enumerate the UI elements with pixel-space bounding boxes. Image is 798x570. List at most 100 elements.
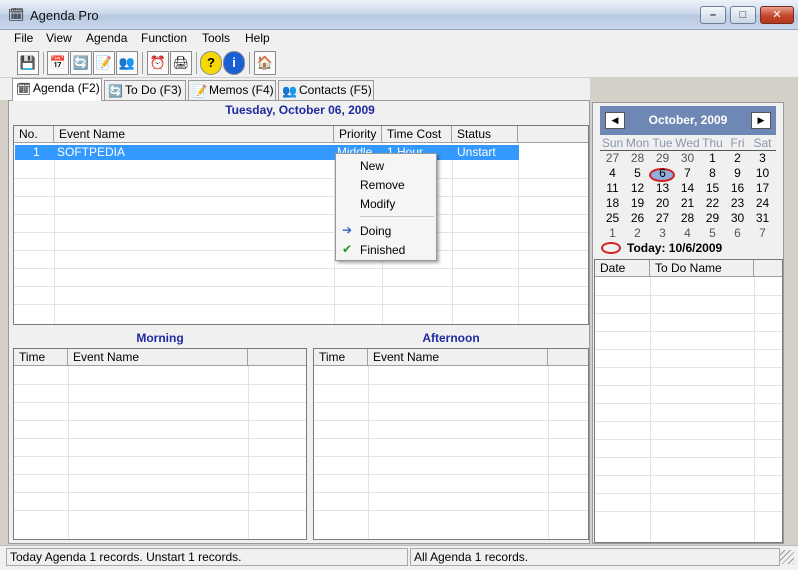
col-status[interactable]: Status [452,126,518,143]
help-icon[interactable]: ? [200,51,222,75]
memo-icon[interactable]: 📝 [93,51,115,75]
resize-grip[interactable] [780,550,794,564]
calendar-day[interactable]: 17 [750,181,775,195]
calendar-day[interactable]: 25 [600,211,625,225]
calendar-day[interactable]: 3 [750,151,775,165]
calendar-day[interactable]: 8 [700,166,725,180]
context-menu-remove[interactable]: Remove [360,178,405,192]
menu-file[interactable]: File [14,31,33,45]
morning-grid[interactable]: Time Event Name [13,348,307,540]
calendar-day[interactable]: 10 [750,166,775,180]
context-menu-modify[interactable]: Modify [360,197,395,211]
menu-tools[interactable]: Tools [202,31,230,45]
calendar-day[interactable]: 26 [625,211,650,225]
todo-grid-header: Date To Do Name [595,260,782,277]
app-icon: 🗓 [8,7,25,22]
calendar-day[interactable]: 20 [650,196,675,210]
print-icon[interactable]: 🖨 [170,51,192,75]
calendar-day[interactable]: 1 [700,151,725,165]
calendar-day[interactable]: 29 [650,151,675,165]
context-menu-new[interactable]: New [360,159,384,173]
calendar-day[interactable]: 27 [650,211,675,225]
save-icon[interactable]: 💾 [17,51,39,75]
calendar-day[interactable]: 24 [750,196,775,210]
menu-agenda[interactable]: Agenda [86,31,127,45]
calendar-day[interactable]: 2 [625,226,650,240]
calendar-day[interactable]: 3 [650,226,675,240]
calendar-day[interactable]: 30 [675,151,700,165]
col-time[interactable]: Time [14,349,68,366]
status-today: Today Agenda 1 records. Unstart 1 record… [6,548,408,566]
col-time[interactable]: Time [314,349,368,366]
home-icon[interactable]: 🏠 [254,51,276,75]
grid-line [314,420,588,421]
prev-month-button[interactable]: ◀ [605,112,625,129]
grid-line [595,313,782,314]
calendar-icon[interactable]: 📅 [47,51,69,75]
tab-contacts[interactable]: 👥 Contacts (F5) [278,80,374,100]
calendar-day[interactable]: 7 [750,226,775,240]
calendar-day[interactable]: 22 [700,196,725,210]
calendar-day[interactable]: 19 [625,196,650,210]
calendar-day[interactable]: 28 [675,211,700,225]
menu-function[interactable]: Function [141,31,187,45]
today-label[interactable]: Today: 10/6/2009 [627,241,722,255]
calendar-day[interactable]: 5 [700,226,725,240]
calendar-day[interactable]: 28 [625,151,650,165]
col-priority[interactable]: Priority [334,126,382,143]
col-todo-name[interactable]: To Do Name [650,260,754,277]
calendar-day[interactable]: 12 [625,181,650,195]
agenda-grid[interactable]: No. Event Name Priority Time Cost Status… [13,125,589,325]
calendar-day[interactable]: 30 [725,211,750,225]
calendar-day[interactable]: 21 [675,196,700,210]
alarm-icon[interactable]: ⏰ [147,51,169,75]
calendar-day[interactable]: 4 [600,166,625,180]
calendar-day[interactable]: 4 [675,226,700,240]
calendar-day[interactable]: 6 [650,166,675,180]
calendar-day[interactable]: 9 [725,166,750,180]
calendar-day[interactable]: 6 [725,226,750,240]
calendar-day[interactable]: 5 [625,166,650,180]
tab-agenda[interactable]: 🗓 Agenda (F2) [12,78,102,101]
tab-memos[interactable]: 📝 Memos (F4) [188,80,276,100]
calendar-day[interactable]: 13 [650,181,675,195]
menu-help[interactable]: Help [245,31,270,45]
calendar-day[interactable]: 16 [725,181,750,195]
contacts-icon: 👥 [282,84,297,98]
calendar-day[interactable]: 1 [600,226,625,240]
col-event-name[interactable]: Event Name [68,349,248,366]
next-month-button[interactable]: ▶ [751,112,771,129]
calendar-day[interactable]: 27 [600,151,625,165]
calendar-day[interactable]: 18 [600,196,625,210]
table-row[interactable]: ✖ 1 SOFTPEDIA Middle 1 Hour Unstart [15,145,519,160]
calendar-day[interactable]: 31 [750,211,775,225]
todo-grid[interactable]: Date To Do Name [594,259,783,543]
calendar-day[interactable]: 23 [725,196,750,210]
calendar-day[interactable]: 11 [600,181,625,195]
toolbar-separator [43,52,44,74]
calendar-day[interactable]: 14 [675,181,700,195]
grid-line [314,438,588,439]
calendar-day[interactable]: 15 [700,181,725,195]
col-time-cost[interactable]: Time Cost [382,126,452,143]
tab-todo[interactable]: 🔄 To Do (F3) [104,80,186,100]
calendar-day[interactable]: 7 [675,166,700,180]
context-menu-doing[interactable]: Doing [360,224,391,238]
context-menu-finished[interactable]: Finished [360,243,405,257]
col-date[interactable]: Date [595,260,650,277]
row-event-name: SOFTPEDIA [57,145,126,159]
col-event-name[interactable]: Event Name [54,126,334,143]
info-icon[interactable]: i [223,51,245,75]
calendar-day[interactable]: 29 [700,211,725,225]
close-button[interactable]: ✕ [760,6,794,24]
calendar-day[interactable]: 2 [725,151,750,165]
grid-line [518,143,519,324]
afternoon-grid[interactable]: Time Event Name [313,348,589,540]
menu-view[interactable]: View [46,31,72,45]
minimize-button[interactable]: – [700,6,726,24]
col-event-name[interactable]: Event Name [368,349,548,366]
col-no[interactable]: No. [14,126,54,143]
contacts-icon[interactable]: 👥 [116,51,138,75]
maximize-button[interactable]: □ [730,6,756,24]
todo-icon[interactable]: 🔄 [70,51,92,75]
